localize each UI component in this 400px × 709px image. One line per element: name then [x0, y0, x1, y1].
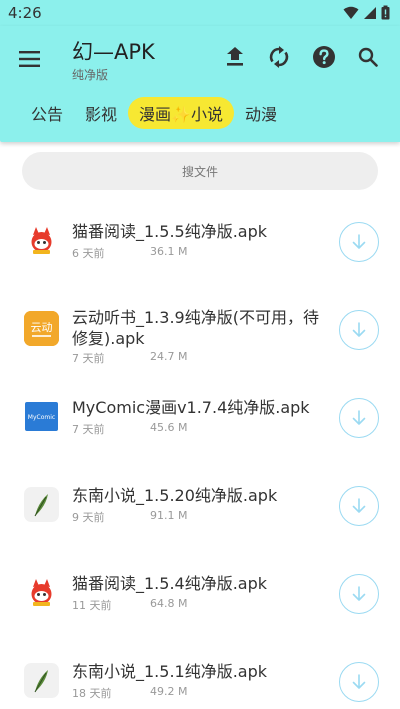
- file-name: 东南小说_1.5.1纯净版.apk: [72, 662, 268, 681]
- file-name: MyComic漫画v1.7.4纯净版.apk: [72, 398, 310, 417]
- mycomic-logo-text: MyComic: [28, 414, 55, 421]
- file-meta: 7 天前 24.7 M: [72, 350, 187, 366]
- file-meta: 7 天前 45.6 M: [72, 421, 187, 437]
- app-title: 幻—APK: [72, 40, 155, 64]
- file-name: 东南小说_1.5.20纯净版.apk: [72, 486, 278, 505]
- download-icon: [352, 674, 366, 689]
- refresh-button[interactable]: [264, 42, 294, 72]
- download-button[interactable]: [339, 310, 379, 350]
- download-icon: [352, 410, 366, 425]
- download-icon: [352, 498, 366, 513]
- category-tabs: 公告 影视 漫画✨小说 动漫: [20, 96, 288, 130]
- battery-icon: [381, 5, 390, 20]
- wifi-icon: [343, 6, 359, 19]
- download-button[interactable]: [339, 222, 379, 262]
- tab-movies[interactable]: 影视: [74, 97, 128, 129]
- file-age: 7 天前: [72, 423, 105, 436]
- file-name: 猫番阅读_1.5.4纯净版.apk: [72, 574, 268, 593]
- hamburger-icon: [19, 51, 40, 67]
- search-icon: [358, 47, 378, 67]
- status-icons: [343, 5, 390, 20]
- file-meta: 9 天前 91.1 M: [72, 509, 187, 525]
- help-button[interactable]: [309, 42, 339, 72]
- menu-button[interactable]: [18, 46, 46, 70]
- file-size: 64.8 M: [150, 597, 188, 610]
- mycomic-icon: MyComic: [24, 399, 59, 434]
- app-bar: 幻—APK 纯净版 公告 影视 漫画✨小说 动漫: [0, 26, 400, 142]
- tab-anime[interactable]: 动漫: [234, 97, 288, 129]
- refresh-icon: [269, 46, 289, 68]
- status-time: 4:26: [8, 4, 42, 22]
- list-item[interactable]: 东南小说_1.5.1纯净版.apk 18 天前 49.2 M: [0, 640, 400, 709]
- upload-icon: [227, 47, 243, 66]
- cat-reader-icon: [24, 575, 59, 610]
- yundong-logo-text: 云动: [31, 321, 53, 334]
- list-item[interactable]: 东南小说_1.5.20纯净版.apk 9 天前 91.1 M: [0, 464, 400, 548]
- yundong-icon: 云动: [24, 311, 59, 346]
- download-button[interactable]: [339, 398, 379, 438]
- download-icon: [352, 586, 366, 601]
- cat-reader-icon: [24, 223, 59, 258]
- list-item[interactable]: 猫番阅读_1.5.4纯净版.apk 11 天前 64.8 M: [0, 552, 400, 636]
- file-age: 9 天前: [72, 511, 105, 524]
- download-button[interactable]: [339, 574, 379, 614]
- search-button[interactable]: [353, 42, 383, 72]
- tab-comics-novels[interactable]: 漫画✨小说: [128, 97, 234, 129]
- file-size: 45.6 M: [150, 421, 188, 434]
- app-subtitle: 纯净版: [72, 68, 109, 82]
- file-age: 18 天前: [72, 687, 112, 700]
- signal-icon: [364, 6, 376, 19]
- download-icon: [352, 234, 366, 249]
- file-age: 7 天前: [72, 352, 105, 365]
- help-icon: [313, 46, 335, 68]
- list-item[interactable]: 云动 云动听书_1.3.9纯净版(不可用，待修复).apk 7 天前 24.7 …: [0, 288, 400, 372]
- feather-icon: [24, 663, 59, 698]
- file-age: 6 天前: [72, 247, 105, 260]
- file-size: 91.1 M: [150, 509, 188, 522]
- file-size: 49.2 M: [150, 685, 188, 698]
- file-meta: 18 天前 49.2 M: [72, 685, 187, 701]
- file-size: 36.1 M: [150, 245, 188, 258]
- file-meta: 6 天前 36.1 M: [72, 245, 187, 261]
- file-age: 11 天前: [72, 599, 112, 612]
- status-bar: 4:26: [0, 0, 400, 26]
- feather-icon: [24, 487, 59, 522]
- file-name: 猫番阅读_1.5.5纯净版.apk: [72, 222, 268, 241]
- download-icon: [352, 322, 366, 337]
- search-files-label: 搜文件: [181, 164, 218, 179]
- file-size: 24.7 M: [150, 350, 188, 363]
- search-files-bar[interactable]: 搜文件: [22, 152, 378, 190]
- download-button[interactable]: [339, 486, 379, 526]
- download-button[interactable]: [339, 662, 379, 702]
- upload-button[interactable]: [220, 42, 250, 72]
- file-name: 云动听书_1.3.9纯净版(不可用，待修复).apk: [72, 308, 319, 348]
- list-item[interactable]: MyComic MyComic漫画v1.7.4纯净版.apk 7 天前 45.6…: [0, 376, 400, 460]
- list-item[interactable]: 猫番阅读_1.5.5纯净版.apk 6 天前 36.1 M: [0, 200, 400, 284]
- tab-announcements[interactable]: 公告: [20, 97, 74, 129]
- file-meta: 11 天前 64.8 M: [72, 597, 187, 613]
